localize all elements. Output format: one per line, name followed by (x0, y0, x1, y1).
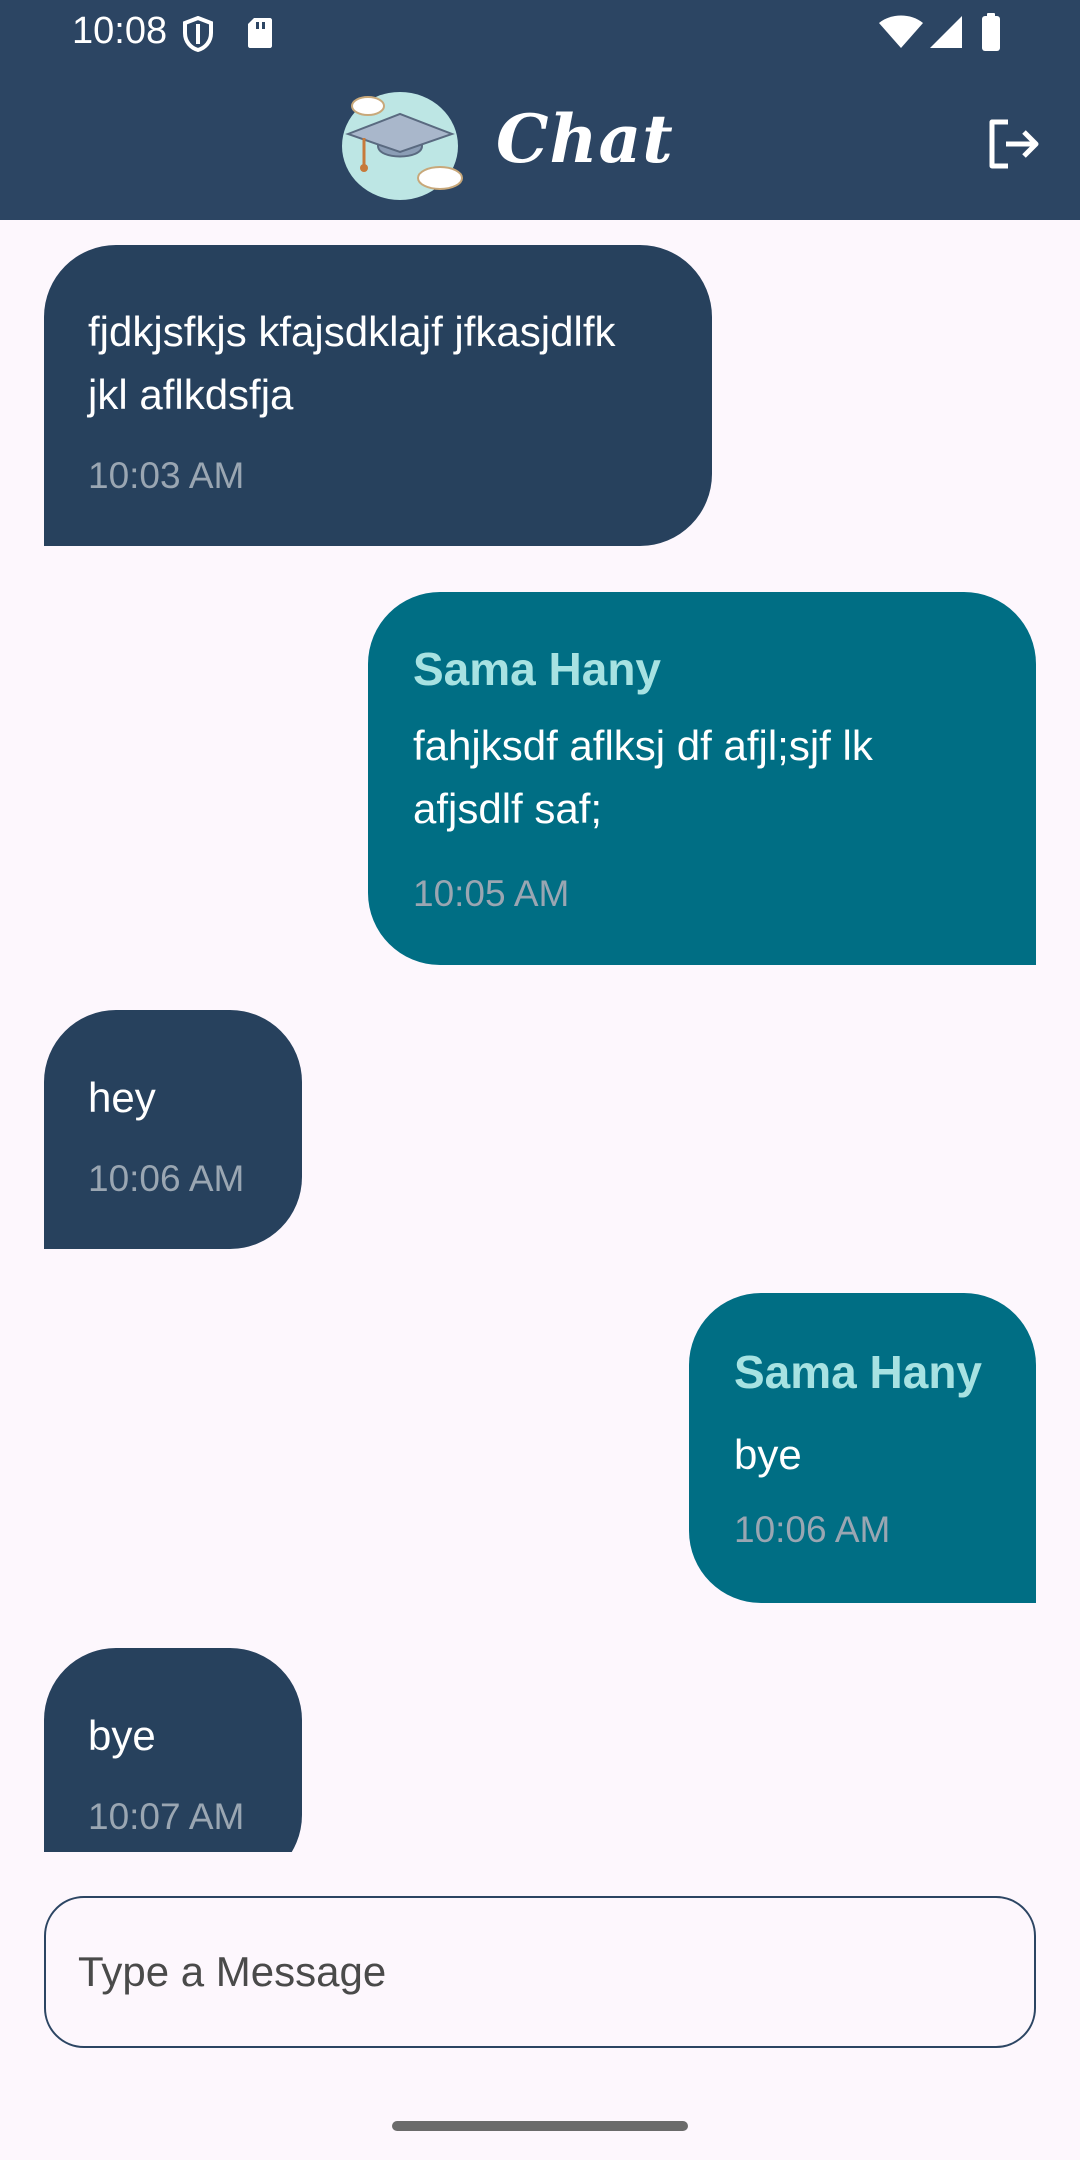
message-text: bye (734, 1431, 802, 1478)
home-indicator[interactable] (392, 2121, 688, 2131)
message-input-box[interactable] (44, 1896, 1036, 2048)
message-time: 10:06 AM (88, 1158, 245, 1199)
status-bar: 10:08 (0, 0, 1080, 66)
app-title: Chat (496, 100, 674, 178)
message-bubble-received[interactable]: bye 10:07 AM (44, 1648, 302, 1852)
message-bubble-received[interactable]: fjdkjsfkjs kfajsdklajf jfkasjdlfk jkl af… (44, 245, 712, 546)
message-time: 10:05 AM (413, 873, 570, 914)
graduation-cap-cloud-logo (342, 92, 463, 200)
title-bar: Chat (0, 66, 1080, 220)
message-time: 10:07 AM (88, 1796, 245, 1837)
message-bubble-sent[interactable]: Sama Hany bye 10:06 AM (689, 1293, 1036, 1603)
message-bubble-sent[interactable]: Sama Hany fahjksdf aflksj df afjl;sjf lk… (368, 592, 1036, 965)
signal-icon (930, 16, 962, 48)
message-text: bye (88, 1712, 156, 1759)
message-list[interactable]: fjdkjsfkjs kfajsdklajf jfkasjdlfk jkl af… (0, 220, 1080, 1852)
logout-icon[interactable] (984, 114, 1044, 174)
message-input[interactable] (78, 1898, 998, 2046)
status-time: 10:08 (72, 10, 168, 52)
message-text: fjdkjsfkjs kfajsdklajf jfkasjdlfk jkl af… (88, 308, 616, 418)
sender-name: Sama Hany (413, 643, 662, 695)
message-text: fahjksdf aflksj df afjl;sjf lk afjsdlf s… (413, 722, 873, 832)
message-time: 10:03 AM (88, 455, 245, 496)
sender-name: Sama Hany (734, 1346, 983, 1398)
message-bubble-received[interactable]: hey 10:06 AM (44, 1010, 302, 1249)
battery-icon (982, 13, 1000, 51)
app-bar: 10:08 Chat (0, 0, 1080, 220)
shield-icon (183, 16, 213, 52)
message-text: hey (88, 1074, 156, 1121)
sd-card-icon (248, 18, 272, 48)
wifi-icon (879, 15, 923, 48)
message-time: 10:06 AM (734, 1509, 891, 1550)
